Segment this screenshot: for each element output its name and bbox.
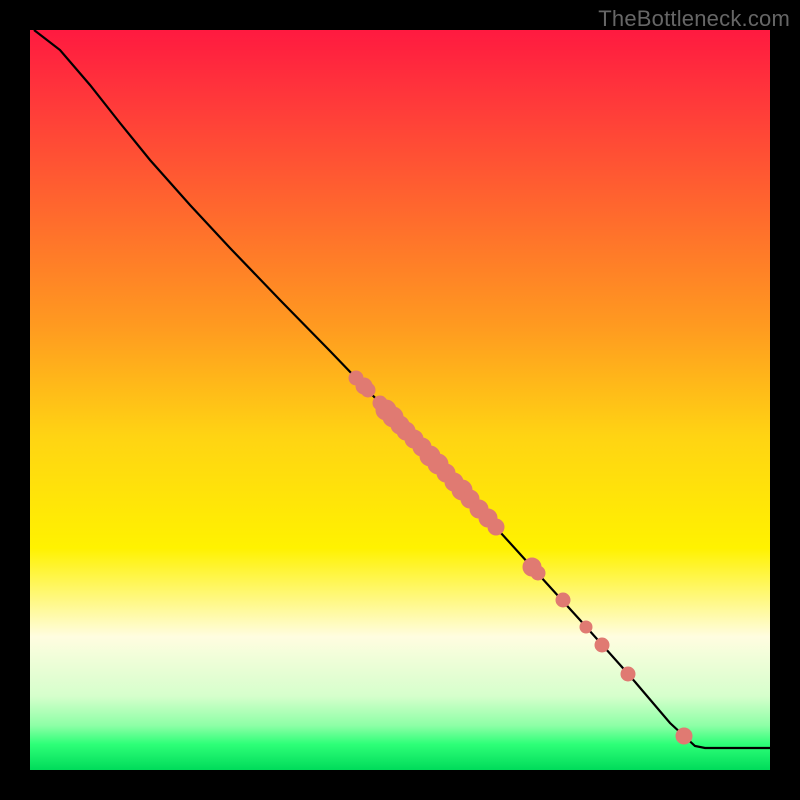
data-point [488,519,504,535]
data-point [361,383,375,397]
chart-frame: TheBottleneck.com [0,0,800,800]
gradient-background [30,30,770,770]
data-point [556,593,570,607]
plot-area [30,30,770,770]
data-point [676,728,692,744]
chart-svg [30,30,770,770]
data-point [531,566,545,580]
data-point [595,638,609,652]
data-point [580,621,592,633]
data-point [621,667,635,681]
watermark-label: TheBottleneck.com [598,6,790,32]
